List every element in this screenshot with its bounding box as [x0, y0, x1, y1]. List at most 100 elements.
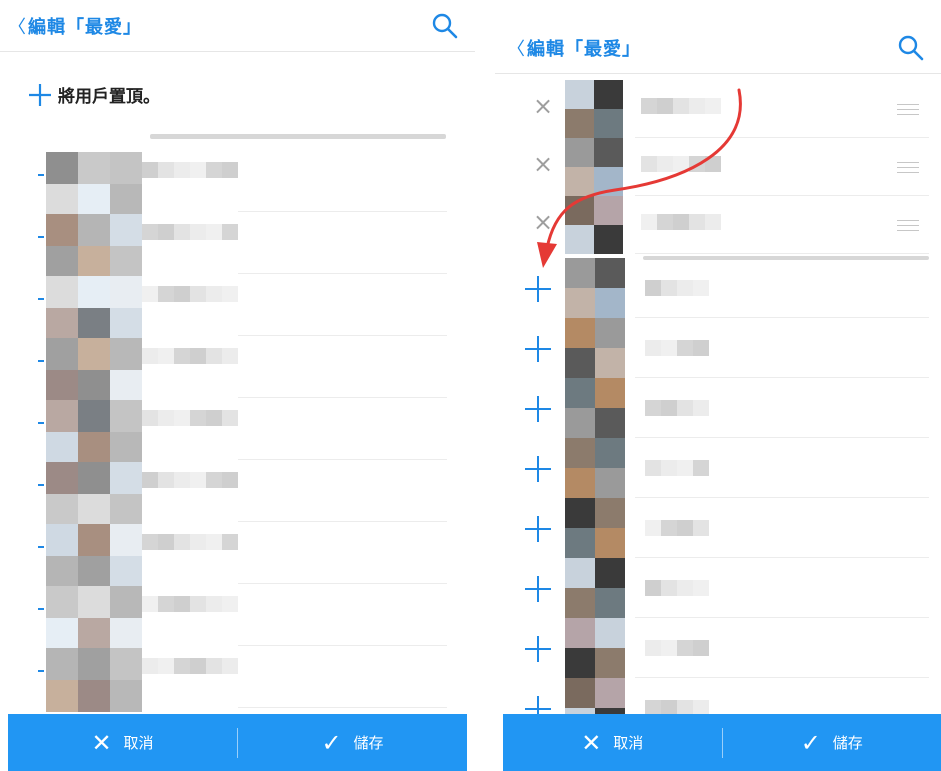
blurred-name [673, 156, 689, 172]
remove-icon[interactable] [38, 360, 44, 362]
blurred-name [645, 400, 661, 416]
blurred-name [677, 340, 693, 356]
contact-row[interactable] [495, 378, 941, 438]
contact-row[interactable] [495, 258, 941, 318]
right-screen: 〈 編輯「最愛」 × × × ✕ 取消 ✓ 儲存 [495, 0, 941, 771]
blurred-pixel [565, 678, 595, 708]
blurred-pixel [565, 80, 594, 109]
remove-icon[interactable] [38, 546, 44, 548]
blurred-name [190, 596, 206, 612]
remove-icon[interactable] [38, 174, 44, 176]
blurred-name [206, 534, 222, 550]
blurred-name [174, 348, 190, 364]
blurred-name [142, 348, 158, 364]
blurred-name [693, 400, 709, 416]
blurred-name [206, 224, 222, 240]
contact-row[interactable] [0, 398, 475, 464]
blurred-name [673, 98, 689, 114]
blurred-name [689, 98, 705, 114]
contact-row[interactable] [0, 522, 475, 588]
contact-row[interactable] [0, 150, 475, 216]
add-icon[interactable] [525, 276, 551, 302]
blurred-pixel [595, 468, 625, 498]
remove-icon[interactable]: × [533, 94, 553, 118]
contact-row[interactable] [495, 318, 941, 378]
blurred-name [641, 156, 657, 172]
blurred-name [693, 520, 709, 536]
blurred-name [677, 400, 693, 416]
search-icon[interactable] [431, 12, 459, 40]
action-bar: ✕ 取消 ✓ 儲存 [8, 714, 467, 771]
drag-handle-icon[interactable] [897, 162, 919, 174]
blurred-pixel [46, 462, 78, 494]
remove-icon[interactable]: × [533, 210, 553, 234]
remove-icon[interactable] [38, 298, 44, 300]
favorite-row[interactable]: × [495, 196, 941, 254]
blurred-name [174, 596, 190, 612]
blurred-name [645, 520, 661, 536]
add-icon[interactable] [525, 516, 551, 542]
blurred-name [645, 580, 661, 596]
add-icon[interactable] [525, 336, 551, 362]
blurred-pixel [110, 152, 142, 184]
remove-icon[interactable] [38, 608, 44, 610]
drag-handle-icon[interactable] [897, 220, 919, 232]
save-button[interactable]: ✓ 儲存 [723, 731, 941, 755]
blurred-name [693, 460, 709, 476]
remove-icon[interactable]: × [533, 152, 553, 176]
divider [150, 134, 446, 139]
blurred-pixel [565, 408, 595, 438]
add-icon[interactable] [525, 636, 551, 662]
contact-row[interactable] [0, 274, 475, 340]
drag-handle-icon[interactable] [897, 104, 919, 116]
blurred-pixel [594, 138, 623, 167]
blurred-name [174, 224, 190, 240]
favorite-row[interactable]: × [495, 138, 941, 196]
contact-row[interactable] [495, 618, 941, 678]
contact-row[interactable] [0, 212, 475, 278]
blurred-name [689, 214, 705, 230]
contact-row[interactable] [0, 336, 475, 402]
cancel-button[interactable]: ✕ 取消 [503, 731, 722, 755]
blurred-name [174, 286, 190, 302]
blurred-pixel [46, 214, 78, 246]
cancel-label: 取消 [613, 734, 644, 752]
favorite-row[interactable]: × [495, 80, 941, 138]
remove-icon[interactable] [38, 236, 44, 238]
contact-row[interactable] [495, 438, 941, 498]
blurred-pixel [565, 225, 594, 254]
remove-icon[interactable] [38, 484, 44, 486]
blurred-pixel [595, 588, 625, 618]
contact-row[interactable] [495, 498, 941, 558]
blurred-pixel [595, 348, 625, 378]
blurred-pixel [565, 558, 595, 588]
blurred-pixel [565, 528, 595, 558]
remove-icon[interactable] [38, 422, 44, 424]
blurred-name [190, 410, 206, 426]
contact-row[interactable] [0, 460, 475, 526]
save-button[interactable]: ✓ 儲存 [238, 731, 467, 755]
blurred-name [645, 340, 661, 356]
contact-row[interactable] [495, 558, 941, 618]
back-button[interactable]: 〈 [507, 35, 525, 61]
blurred-name [693, 640, 709, 656]
blurred-pixel [46, 648, 78, 680]
search-icon[interactable] [897, 34, 925, 62]
pin-user-button[interactable]: 將用戶置頂。 [28, 82, 160, 107]
blurred-pixel [595, 258, 625, 288]
blurred-name [158, 410, 174, 426]
blurred-pixel [78, 648, 110, 680]
blurred-pixel [594, 196, 623, 225]
add-icon[interactable] [525, 576, 551, 602]
blurred-pixel [46, 680, 78, 712]
contact-row[interactable] [0, 646, 475, 712]
blurred-pixel [565, 167, 594, 196]
contact-row[interactable] [0, 584, 475, 650]
back-button[interactable]: 〈 [8, 13, 26, 39]
blurred-name [222, 596, 238, 612]
add-icon[interactable] [525, 456, 551, 482]
remove-icon[interactable] [38, 670, 44, 672]
blurred-name [641, 98, 657, 114]
add-icon[interactable] [525, 396, 551, 422]
cancel-button[interactable]: ✕ 取消 [8, 731, 237, 755]
